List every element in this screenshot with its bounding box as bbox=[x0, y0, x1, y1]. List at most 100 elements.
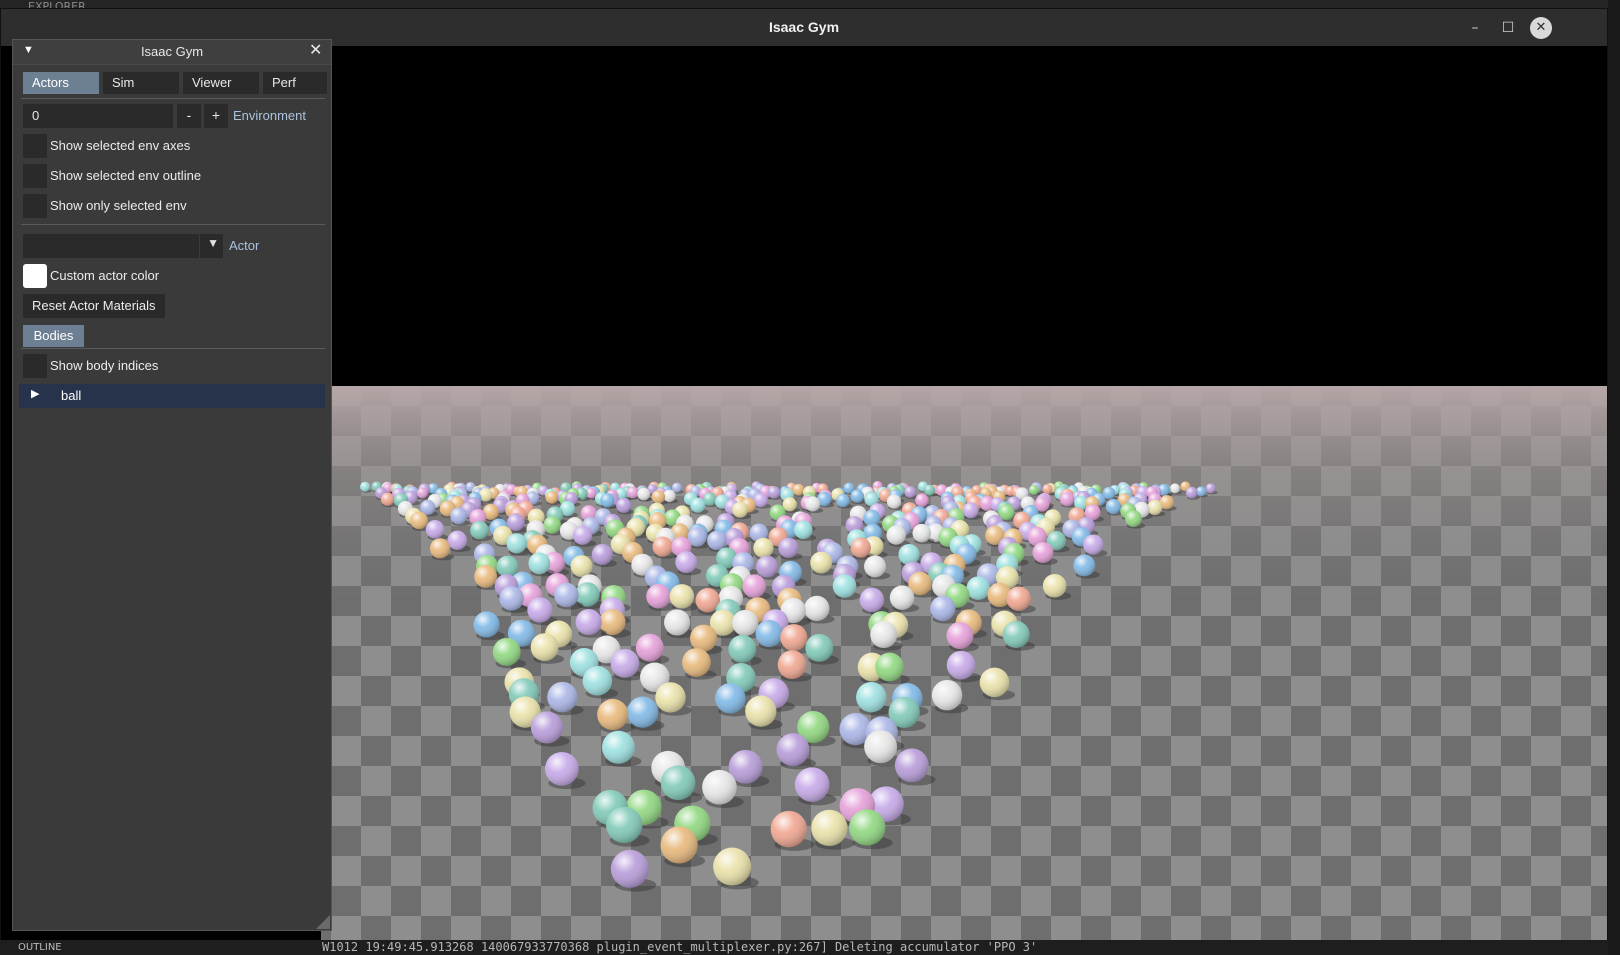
ball-highlight bbox=[979, 667, 1010, 698]
show-env-outline-label: Show selected env outline bbox=[50, 168, 202, 183]
ball-highlight bbox=[962, 502, 979, 519]
environment-label: Environment bbox=[233, 108, 306, 123]
ball-highlight bbox=[591, 543, 613, 565]
ball-highlight bbox=[450, 507, 468, 525]
tab-viewer[interactable]: Viewer bbox=[183, 72, 259, 94]
ball-highlight bbox=[780, 624, 808, 652]
ball-highlight bbox=[778, 537, 799, 558]
tab-perf[interactable]: Perf bbox=[263, 72, 327, 94]
background-right-edge bbox=[1608, 0, 1620, 955]
ball-highlight bbox=[915, 493, 929, 507]
chevron-down-icon[interactable]: ▼ bbox=[207, 236, 219, 250]
ball-highlight bbox=[811, 809, 848, 847]
ball-highlight bbox=[572, 525, 593, 545]
ball-highlight bbox=[690, 624, 718, 652]
ball-highlight bbox=[794, 767, 830, 802]
environment-increment-button[interactable]: + bbox=[204, 104, 228, 128]
ball-highlight bbox=[610, 849, 649, 888]
custom-actor-color-label: Custom actor color bbox=[50, 268, 160, 283]
ball-highlight bbox=[931, 680, 963, 711]
ball-highlight bbox=[924, 484, 936, 496]
ball-highlight bbox=[1073, 554, 1096, 577]
ball-highlight bbox=[793, 520, 813, 540]
minimize-button[interactable]: – bbox=[1464, 17, 1486, 39]
ball-highlight bbox=[499, 586, 524, 611]
ball-highlight bbox=[600, 493, 615, 508]
ball-highlight bbox=[527, 597, 553, 623]
ball-highlight bbox=[492, 637, 521, 666]
show-body-indices-label: Show body indices bbox=[50, 358, 159, 373]
show-body-indices-checkbox[interactable] bbox=[23, 354, 47, 378]
ball-highlight bbox=[669, 584, 695, 609]
ball-highlight bbox=[602, 730, 635, 764]
custom-actor-color-swatch[interactable] bbox=[23, 264, 47, 288]
ball-highlight bbox=[606, 806, 643, 844]
ball-highlight bbox=[473, 611, 500, 638]
ball-highlight bbox=[894, 748, 929, 783]
panel-header[interactable]: ▼ Isaac Gym ✕ bbox=[13, 40, 331, 65]
ball-highlight bbox=[627, 696, 659, 728]
isaac-gym-panel: ▼ Isaac Gym ✕ Actors Sim Viewer Perf 0 -… bbox=[12, 39, 332, 931]
ball-highlight bbox=[770, 810, 807, 848]
ball-highlight bbox=[635, 633, 664, 662]
ball-highlight bbox=[1060, 491, 1075, 507]
tab-sim[interactable]: Sim bbox=[103, 72, 179, 94]
actor-dropdown[interactable]: ▼ bbox=[23, 234, 223, 258]
ball-highlight bbox=[898, 543, 920, 565]
show-only-env-label: Show only selected env bbox=[50, 198, 187, 213]
close-window-button[interactable]: ✕ bbox=[1530, 17, 1552, 39]
ball-highlight bbox=[610, 649, 640, 678]
reset-actor-materials-button[interactable]: Reset Actor Materials bbox=[23, 294, 165, 318]
ball-highlight bbox=[767, 486, 781, 499]
show-env-outline-checkbox[interactable] bbox=[23, 164, 47, 188]
show-env-axes-checkbox[interactable] bbox=[23, 134, 47, 158]
ball-highlight bbox=[859, 587, 885, 613]
section-divider bbox=[21, 224, 325, 225]
ball-highlight bbox=[856, 681, 887, 713]
panel-close-icon[interactable]: ✕ bbox=[309, 43, 322, 59]
ball-highlight bbox=[966, 576, 991, 600]
ball-highlight bbox=[655, 682, 686, 713]
ball-highlight bbox=[805, 496, 821, 512]
resize-grip-icon[interactable] bbox=[316, 915, 330, 929]
maximize-button[interactable]: ☐ bbox=[1497, 17, 1519, 39]
environment-input[interactable]: 0 bbox=[23, 104, 173, 128]
background-terminal: OUTLINE W1012 19:49:45.913268 1400679337… bbox=[0, 940, 1620, 955]
ball-highlight bbox=[547, 681, 578, 713]
ball-highlight bbox=[664, 609, 691, 636]
ball-highlight bbox=[715, 683, 746, 714]
ball-highlight bbox=[575, 609, 602, 636]
ball-highlight bbox=[946, 622, 974, 650]
ball-highlight bbox=[554, 582, 579, 608]
ball-highlight bbox=[745, 695, 777, 727]
ball-highlight bbox=[805, 633, 834, 662]
ball-highlight bbox=[889, 585, 915, 610]
environment-decrement-button[interactable]: - bbox=[177, 104, 201, 128]
ball-highlight bbox=[1185, 486, 1198, 499]
ball-highlight bbox=[904, 486, 917, 498]
panel-title: Isaac Gym bbox=[140, 44, 204, 59]
ball-highlight bbox=[474, 565, 497, 588]
tab-actors[interactable]: Actors bbox=[23, 72, 99, 94]
tab-bodies[interactable]: Bodies bbox=[23, 325, 84, 347]
ball-highlight bbox=[528, 552, 551, 575]
ball-highlight bbox=[742, 574, 767, 598]
ball-highlight bbox=[1028, 484, 1039, 495]
actor-label: Actor bbox=[229, 238, 260, 253]
ball-highlight bbox=[755, 620, 783, 647]
bodies-divider bbox=[21, 348, 325, 349]
ball-highlight bbox=[756, 555, 778, 578]
ball-highlight bbox=[626, 486, 639, 499]
ball-highlight bbox=[850, 537, 871, 558]
ball-highlight bbox=[792, 483, 805, 496]
ball-highlight bbox=[886, 525, 906, 545]
expand-triangle-icon[interactable]: ▶ bbox=[31, 387, 39, 400]
tree-item-ball[interactable]: ▶ ball bbox=[19, 384, 325, 408]
ball-highlight bbox=[1032, 541, 1054, 563]
ball-highlight bbox=[1083, 534, 1104, 555]
ball-highlight bbox=[864, 555, 886, 578]
ball-highlight bbox=[570, 555, 593, 578]
ball-highlight bbox=[530, 633, 559, 662]
ball-highlight bbox=[946, 650, 976, 680]
show-only-env-checkbox[interactable] bbox=[23, 194, 47, 218]
